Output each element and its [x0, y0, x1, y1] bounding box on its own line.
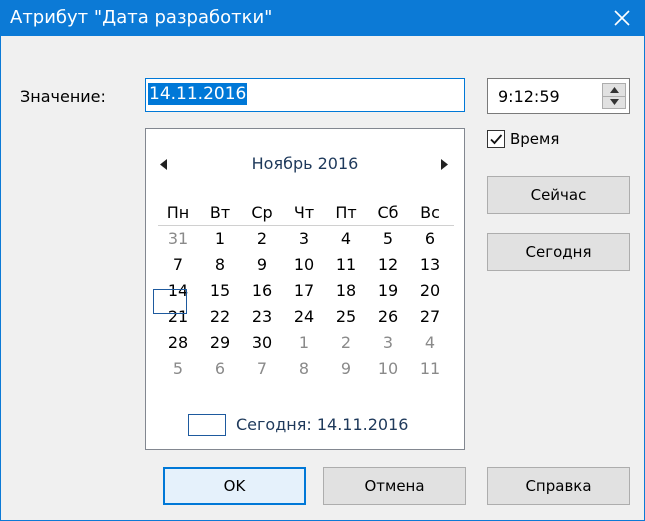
weekday-label: Вс: [420, 203, 440, 222]
calendar-day[interactable]: 31: [158, 229, 198, 248]
weekday-label: Вт: [209, 203, 231, 222]
cancel-button[interactable]: Отмена: [323, 467, 466, 505]
title-bar: Атрибут "Дата разработки": [0, 0, 645, 36]
calendar-day[interactable]: 25: [326, 307, 366, 326]
today-marker: [188, 414, 226, 436]
calendar-day[interactable]: 27: [410, 307, 450, 326]
calendar-day[interactable]: 28: [158, 333, 198, 352]
checkmark-icon: [490, 134, 503, 145]
weekday-label: Сб: [377, 203, 399, 222]
calendar-day[interactable]: 6: [410, 229, 450, 248]
calendar-day[interactable]: 5: [158, 359, 198, 378]
spin-down-button[interactable]: [603, 96, 625, 108]
calendar-day[interactable]: 20: [410, 281, 450, 300]
time-checkbox-label: Время: [510, 130, 560, 148]
calendar-day[interactable]: 7: [242, 359, 282, 378]
calendar-day[interactable]: 18: [326, 281, 366, 300]
calendar-day[interactable]: 29: [200, 333, 240, 352]
calendar-day[interactable]: 3: [368, 333, 408, 352]
value-text: 14.11.2016: [148, 83, 248, 105]
time-checkbox[interactable]: [487, 130, 505, 148]
triangle-up-icon: [609, 87, 619, 93]
calendar-day[interactable]: 1: [284, 333, 324, 352]
help-button[interactable]: Справка: [487, 467, 630, 505]
window-title: Атрибут "Дата разработки": [10, 7, 273, 28]
calendar-day[interactable]: 16: [242, 281, 282, 300]
weekday-label: Ср: [251, 203, 273, 222]
calendar-day[interactable]: 5: [368, 229, 408, 248]
calendar-day[interactable]: 19: [368, 281, 408, 300]
next-month-button[interactable]: [441, 155, 448, 174]
today-button[interactable]: Сегодня: [487, 233, 630, 271]
calendar-day[interactable]: 17: [284, 281, 324, 300]
triangle-down-icon: [609, 99, 619, 105]
calendar-day[interactable]: 4: [410, 333, 450, 352]
triangle-right-icon: [441, 159, 448, 170]
calendar-day[interactable]: 3: [284, 229, 324, 248]
now-button[interactable]: Сейчас: [487, 176, 630, 214]
calendar-day[interactable]: 7: [158, 255, 198, 274]
time-spinner[interactable]: [602, 83, 626, 109]
calendar-day[interactable]: 13: [410, 255, 450, 274]
calendar-day[interactable]: 10: [284, 255, 324, 274]
today-link[interactable]: Сегодня: 14.11.2016: [236, 415, 408, 434]
selected-day-outline: [153, 289, 187, 314]
calendar-day[interactable]: 11: [326, 255, 366, 274]
weekday-label: Чт: [293, 203, 315, 222]
calendar-day[interactable]: 23: [242, 307, 282, 326]
calendar-day[interactable]: 30: [242, 333, 282, 352]
calendar-day[interactable]: 22: [200, 307, 240, 326]
calendar-day[interactable]: 6: [200, 359, 240, 378]
weekday-header: Пн Вт Ср Чт Пт Сб Вс: [158, 203, 454, 226]
calendar-day[interactable]: 9: [326, 359, 366, 378]
calendar-day[interactable]: 8: [284, 359, 324, 378]
calendar-day[interactable]: 12: [368, 255, 408, 274]
calendar-day[interactable]: 24: [284, 307, 324, 326]
calendar-day[interactable]: 2: [326, 333, 366, 352]
calendar-month-title[interactable]: Ноябрь 2016: [146, 154, 464, 173]
calendar[interactable]: Ноябрь 2016 Пн Вт Ср Чт Пт Сб Вс 31 1 2 3 4 5 6 7 8 9 10…: [145, 128, 465, 450]
calendar-day[interactable]: 10: [368, 359, 408, 378]
ok-button[interactable]: OK: [163, 467, 306, 505]
calendar-day[interactable]: 2: [242, 229, 282, 248]
calendar-day[interactable]: 1: [200, 229, 240, 248]
calendar-day[interactable]: 11: [410, 359, 450, 378]
close-button[interactable]: [599, 0, 645, 36]
close-icon: [614, 10, 630, 26]
calendar-day[interactable]: 26: [368, 307, 408, 326]
weekday-label: Пн: [166, 203, 190, 222]
time-value: 9:12:59: [498, 87, 560, 106]
calendar-day[interactable]: 8: [200, 255, 240, 274]
calendar-day[interactable]: 15: [200, 281, 240, 300]
value-label: Значение:: [20, 87, 106, 106]
weekday-label: Пт: [335, 203, 357, 222]
time-picker[interactable]: 9:12:59: [487, 78, 630, 114]
calendar-day[interactable]: 4: [326, 229, 366, 248]
calendar-day[interactable]: 9: [242, 255, 282, 274]
